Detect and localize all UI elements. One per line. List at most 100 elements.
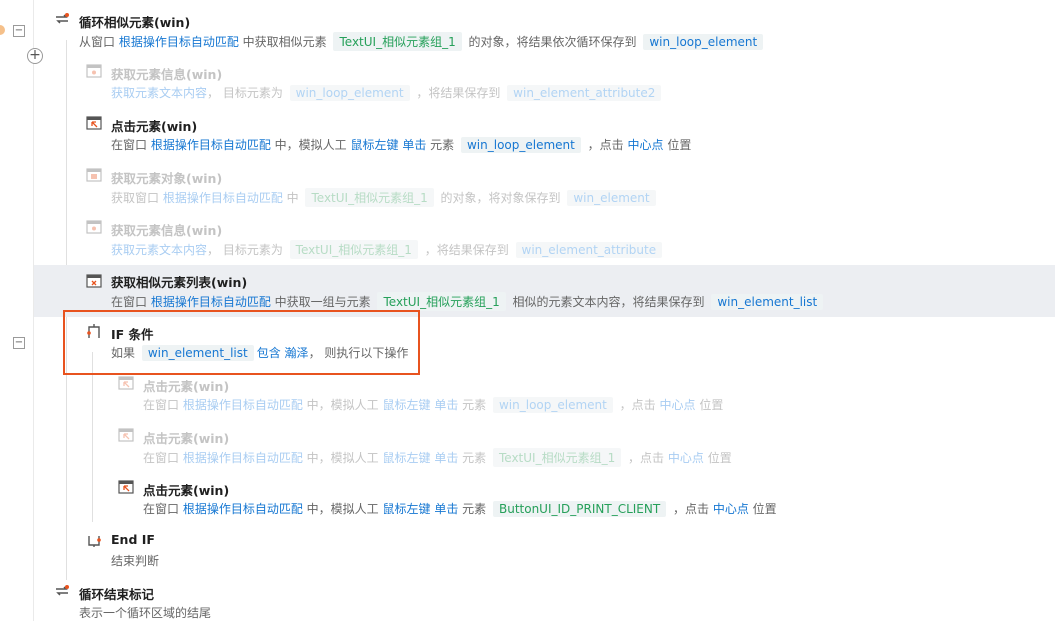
desc-text: ， 目标元素为 (207, 86, 287, 100)
step-item[interactable]: 点击元素(win) 在窗口 根据操作目标自动匹配 中，模拟人工 鼠标左键 单击 元… (0, 475, 1055, 527)
list-icon (85, 273, 103, 289)
step-title: 点击元素(win) (143, 379, 230, 394)
desc-text: 位置 (703, 451, 732, 465)
param-link[interactable]: 根据操作目标自动匹配 (183, 398, 303, 412)
desc-text: 在窗口 (111, 138, 151, 152)
desc-text: 结束判断 (111, 554, 160, 568)
endif-icon (85, 531, 103, 547)
param-link[interactable]: 鼠标左键 (350, 138, 398, 152)
element-chip[interactable]: TextUI_相似元素组_1 (305, 188, 434, 207)
variable-chip[interactable]: win_loop_element (289, 85, 410, 101)
element-chip[interactable]: TextUI_相似元素组_1 (289, 240, 418, 259)
desc-text: 中，模拟人工 (302, 451, 383, 465)
desc-text: ， 目标元素为 (207, 243, 287, 257)
desc-text: 从窗口 (79, 35, 119, 49)
step-item[interactable]: 点击元素(win) 在窗口 根据操作目标自动匹配 中，模拟人工 鼠标左键 单击 元… (0, 423, 1055, 475)
desc-text: 元素 (458, 398, 490, 412)
step-description: 获取元素文本内容， 目标元素为 win_loop_element ，将结果保存到… (111, 84, 664, 101)
variable-chip[interactable]: win_element_list (711, 294, 824, 310)
variable-chip[interactable]: win_element_attribute2 (507, 85, 662, 101)
highlight-box (63, 310, 420, 375)
param-link[interactable]: 单击 (434, 502, 458, 516)
param-link[interactable]: 鼠标左键 (382, 451, 430, 465)
param-link[interactable]: 中心点 (660, 398, 696, 412)
step-description: 在窗口 根据操作目标自动匹配 中获取一组与元素 TextUI_相似元素组_1 相… (111, 292, 826, 311)
step-description: 在窗口 根据操作目标自动匹配 中，模拟人工 鼠标左键 单击 元素 win_loo… (143, 396, 723, 413)
element-chip[interactable]: TextUI_相似元素组_1 (377, 292, 506, 311)
step-item[interactable]: 点击元素(win) 在窗口 根据操作目标自动匹配 中，模拟人工 鼠标左键 单击 元… (0, 371, 1055, 423)
step-description: 在窗口 根据操作目标自动匹配 中，模拟人工 鼠标左键 单击 元素 win_loo… (111, 136, 691, 153)
desc-text: 元素 (426, 138, 458, 152)
step-title: 点击元素(win) (143, 483, 230, 498)
variable-chip[interactable]: win_element_attribute (515, 242, 663, 258)
step-item[interactable]: 循环结束标记表示一个循环区域的结尾 (0, 579, 1055, 631)
click-icon (117, 427, 135, 443)
desc-text: 中，模拟人工 (270, 138, 351, 152)
variable-chip[interactable]: win_loop_element (492, 397, 613, 413)
step-title: 循环结束标记 (79, 587, 155, 602)
param-link[interactable]: 根据操作目标自动匹配 (183, 451, 303, 465)
step-item[interactable]: 获取元素对象(win) 获取窗口 根据操作目标自动匹配 中 TextUI_相似元素… (0, 163, 1055, 215)
step-title: 获取元素信息(win) (111, 67, 223, 82)
desc-text: 中，模拟人工 (302, 502, 383, 516)
info-icon (85, 63, 103, 79)
desc-text: 获取窗口 (111, 191, 163, 205)
step-title: 点击元素(win) (111, 119, 198, 134)
desc-text: 元素 (458, 502, 490, 516)
desc-text: 中，模拟人工 (302, 398, 383, 412)
param-link[interactable]: 根据操作目标自动匹配 (183, 502, 303, 516)
step-title: 获取元素信息(win) (111, 223, 223, 238)
desc-text: 在窗口 (111, 295, 151, 309)
desc-text: 在窗口 (143, 398, 183, 412)
variable-chip[interactable]: win_element (567, 190, 656, 206)
step-item[interactable]: 获取元素信息(win) 获取元素文本内容， 目标元素为 win_loop_elem… (0, 59, 1055, 111)
step-item[interactable]: 获取元素信息(win) 获取元素文本内容， 目标元素为 TextUI_相似元素组_… (0, 215, 1055, 267)
element-chip[interactable]: TextUI_相似元素组_1 (492, 448, 622, 467)
param-link[interactable]: 单击 (402, 138, 426, 152)
desc-text: 相似的元素文本内容，将结果保存到 (508, 295, 709, 309)
desc-text: ，点击 (624, 451, 668, 465)
step-item[interactable]: 点击元素(win) 在窗口 根据操作目标自动匹配 中，模拟人工 鼠标左键 单击 元… (0, 111, 1055, 163)
click-icon (85, 115, 103, 131)
step-title: 循环相似元素(win) (79, 15, 191, 30)
desc-text: 的对象，将结果依次循环保存到 (464, 35, 641, 49)
loop-icon (53, 11, 71, 27)
step-description: 从窗口 根据操作目标自动匹配 中获取相似元素 TextUI_相似元素组_1 的对… (79, 32, 766, 51)
param-link[interactable]: 中心点 (628, 138, 664, 152)
param-link[interactable]: 鼠标左键 (382, 398, 430, 412)
desc-text: 表示一个循环区域的结尾 (79, 606, 212, 620)
click-icon (117, 375, 135, 391)
click-icon (117, 479, 135, 495)
param-link[interactable]: 根据操作目标自动匹配 (151, 295, 271, 309)
param-link[interactable]: 单击 (434, 398, 458, 412)
element-chip[interactable]: TextUI_相似元素组_1 (333, 32, 462, 51)
loop-end-icon (53, 583, 71, 599)
param-link[interactable]: 中心点 (713, 502, 749, 516)
variable-chip[interactable]: win_loop_element (460, 137, 581, 153)
param-link[interactable]: 单击 (434, 451, 458, 465)
desc-text: 中 (282, 191, 303, 205)
desc-text: 位置 (748, 502, 777, 516)
param-link[interactable]: 根据操作目标自动匹配 (151, 138, 271, 152)
element-chip[interactable]: ButtonUI_ID_PRINT_CLIENT (492, 501, 667, 517)
param-link[interactable]: 鼠标左键 (382, 502, 430, 516)
desc-text: 元素 (458, 451, 490, 465)
param-link[interactable]: 中心点 (668, 451, 704, 465)
desc-text: ，将结果保存到 (420, 243, 513, 257)
desc-text: 中获取相似元素 (238, 35, 331, 49)
param-link[interactable]: 获取元素文本内容 (111, 86, 207, 100)
step-title: End IF (111, 532, 155, 547)
desc-text: 在窗口 (143, 451, 183, 465)
step-description: 在窗口 根据操作目标自动匹配 中，模拟人工 鼠标左键 单击 元素 ButtonU… (143, 500, 777, 517)
param-link[interactable]: 根据操作目标自动匹配 (119, 35, 239, 49)
step-item[interactable]: End IF 结束判断 (0, 527, 1055, 579)
step-title: 点击元素(win) (143, 431, 230, 446)
info-icon (85, 219, 103, 235)
desc-text: 中获取一组与元素 (270, 295, 375, 309)
desc-text: ，将结果保存到 (412, 86, 505, 100)
variable-chip[interactable]: win_loop_element (643, 34, 764, 50)
param-link[interactable]: 根据操作目标自动匹配 (163, 191, 283, 205)
param-link[interactable]: 获取元素文本内容 (111, 243, 207, 257)
desc-text: ，点击 (583, 138, 628, 152)
step-item[interactable]: 循环相似元素(win) 从窗口 根据操作目标自动匹配 中获取相似元素 TextUI… (0, 7, 1055, 59)
